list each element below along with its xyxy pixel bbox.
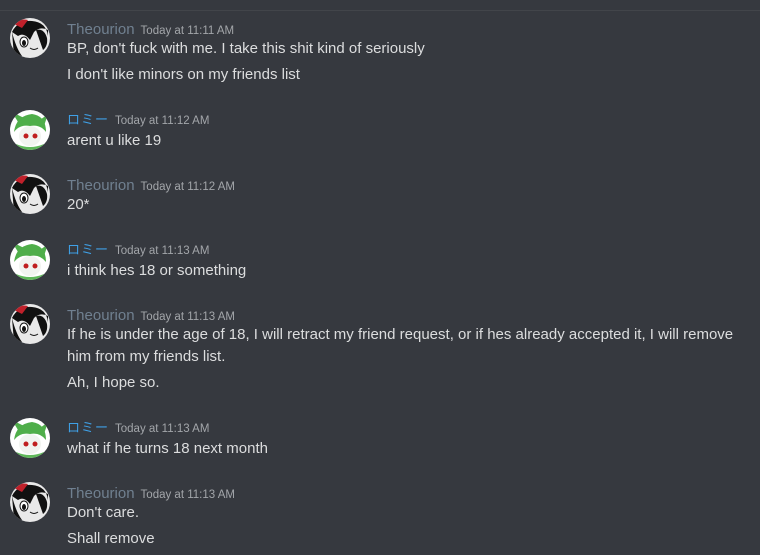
avatar[interactable] — [10, 110, 50, 150]
timestamp[interactable]: Today at 11:13 AM — [115, 245, 209, 257]
message-text: If he is under the age of 18, I will ret… — [67, 326, 734, 365]
message-header: Theourion Today at 11:13 AM — [67, 306, 235, 326]
message-header: ロミー Today at 11:12 AM — [67, 110, 209, 130]
theourion-avatar-icon — [10, 304, 50, 344]
message-text: I don't like minors on my friends list — [67, 66, 300, 83]
message-text: i think hes 18 or something — [67, 262, 247, 279]
timestamp[interactable]: Today at 11:11 AM — [141, 25, 235, 37]
timestamp[interactable]: Today at 11:13 AM — [141, 311, 235, 323]
message-text: BP, don't fuck with me. I take this shit… — [67, 40, 425, 57]
username[interactable]: ロミー — [67, 112, 109, 127]
message-header: Theourion Today at 11:13 AM — [67, 484, 235, 504]
timestamp[interactable]: Today at 11:13 AM — [115, 423, 209, 435]
romi-avatar-icon — [10, 240, 50, 280]
timestamp[interactable]: Today at 11:12 AM — [141, 181, 235, 193]
message-header: Theourion Today at 11:12 AM — [67, 176, 235, 196]
message-header: Theourion Today at 11:11 AM — [67, 20, 234, 40]
username[interactable]: ロミー — [67, 420, 109, 435]
message-text: Don't care. — [67, 504, 140, 521]
message-header: ロミー Today at 11:13 AM — [67, 418, 209, 438]
avatar[interactable] — [10, 174, 50, 214]
theourion-avatar-icon — [10, 18, 50, 58]
username[interactable]: Theourion — [67, 177, 135, 194]
message-text: Ah, I hope so. — [67, 374, 160, 391]
romi-avatar-icon — [10, 110, 50, 150]
username[interactable]: Theourion — [67, 21, 135, 38]
theourion-avatar-icon — [10, 174, 50, 214]
username[interactable]: ロミー — [67, 242, 109, 257]
avatar[interactable] — [10, 304, 50, 344]
timestamp[interactable]: Today at 11:12 AM — [115, 115, 209, 127]
avatar[interactable] — [10, 18, 50, 58]
message-text: 20* — [67, 196, 90, 213]
avatar[interactable] — [10, 482, 50, 522]
message-text: arent u like 19 — [67, 132, 162, 149]
avatar[interactable] — [10, 418, 50, 458]
romi-avatar-icon — [10, 418, 50, 458]
theourion-avatar-icon — [10, 482, 50, 522]
message-header: ロミー Today at 11:13 AM — [67, 240, 209, 260]
message-text: Shall remove — [67, 530, 155, 547]
username[interactable]: Theourion — [67, 485, 135, 502]
timestamp[interactable]: Today at 11:13 AM — [141, 489, 235, 501]
avatar[interactable] — [10, 240, 50, 280]
message-text: what if he turns 18 next month — [67, 440, 268, 457]
message-list: Theourion Today at 11:11 AM BP, don't fuc… — [0, 0, 760, 555]
username[interactable]: Theourion — [67, 307, 135, 324]
